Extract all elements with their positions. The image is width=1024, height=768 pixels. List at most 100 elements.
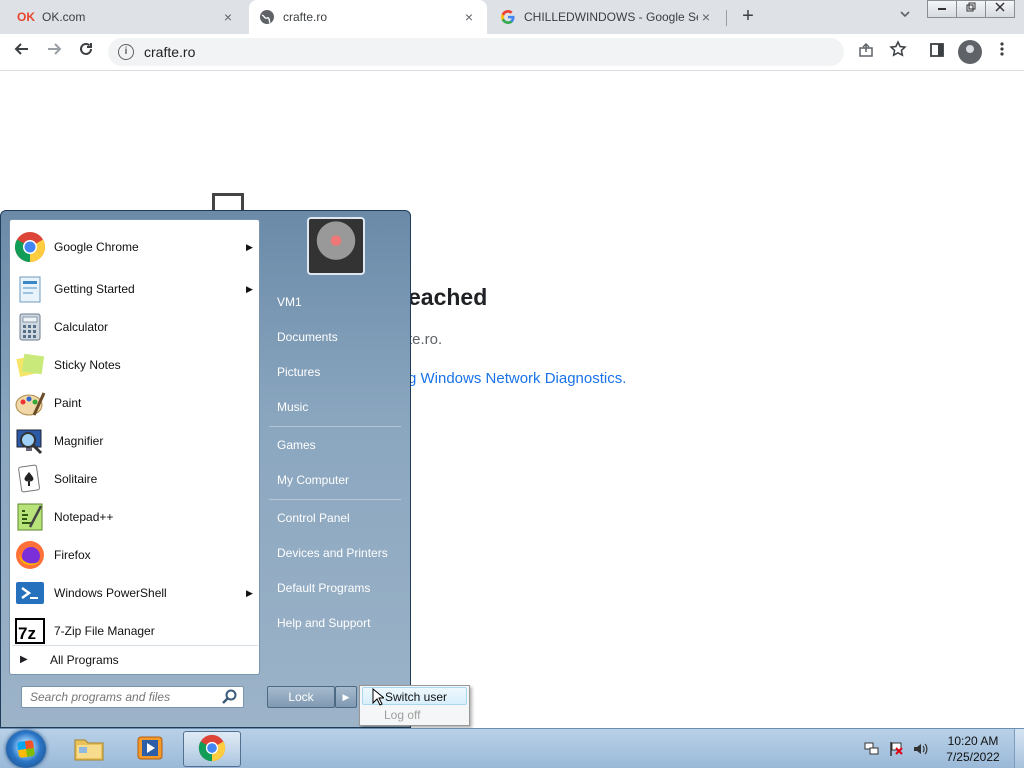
start-orb-windows-icon[interactable]	[6, 730, 46, 768]
minimize-button[interactable]	[927, 0, 957, 18]
info-icon[interactable]: i	[118, 44, 134, 60]
globe-icon	[259, 9, 275, 25]
forward-arrow-icon[interactable]	[42, 40, 66, 64]
program-windows-powershell[interactable]: Windows PowerShell ▶	[12, 575, 258, 611]
tab-ok[interactable]: OK OK.com ×	[8, 0, 246, 34]
taskbar-explorer[interactable]	[60, 731, 118, 767]
tab-crafte[interactable]: crafte.ro ×	[249, 0, 487, 34]
submenu-arrow-icon: ▶	[246, 241, 253, 252]
tab-title: OK.com	[42, 10, 86, 24]
user-avatar[interactable]	[307, 217, 365, 275]
submenu-arrow-icon: ▶	[246, 283, 253, 294]
tab-google-search[interactable]: CHILLEDWINDOWS - Google Se ×	[490, 0, 724, 34]
action-center-flag-icon[interactable]	[888, 741, 904, 757]
start-search-box[interactable]	[21, 686, 244, 708]
start-menu: Google Chrome ▶ Getting Started ▶ Calcul…	[0, 210, 411, 728]
start-link-games[interactable]: Games	[266, 431, 406, 459]
clock-time: 10:20 AM	[947, 734, 999, 748]
tab-title: CHILLEDWINDOWS - Google Se	[524, 10, 698, 24]
restore-button[interactable]	[956, 0, 986, 18]
program-label: Solitaire	[54, 472, 98, 486]
powershell-icon	[14, 577, 46, 609]
close-window-button[interactable]	[985, 0, 1015, 18]
network-diagnostics-link[interactable]: g Windows Network Diagnostics.	[408, 370, 626, 387]
network-icon[interactable]	[864, 741, 880, 757]
program-label: Google Chrome	[54, 240, 139, 254]
firefox-icon	[14, 539, 46, 571]
folder-icon	[73, 734, 105, 765]
new-tab-button[interactable]: +	[736, 4, 760, 28]
start-link-default-programs[interactable]: Default Programs	[266, 574, 406, 602]
start-link-help-and-support[interactable]: Help and Support	[266, 609, 406, 637]
close-icon[interactable]: ×	[698, 9, 714, 25]
tab-title: crafte.ro	[283, 10, 328, 24]
svg-text:7z: 7z	[18, 624, 36, 643]
calculator-icon	[14, 311, 46, 343]
ok-favicon-icon: OK	[17, 10, 35, 24]
media-player-icon	[135, 734, 165, 765]
program-firefox[interactable]: Firefox	[12, 537, 258, 573]
solitaire-icon	[14, 463, 46, 495]
back-arrow-icon[interactable]	[10, 40, 34, 64]
program-solitaire[interactable]: Solitaire	[12, 461, 258, 497]
bookmark-star-icon[interactable]	[886, 40, 910, 64]
side-panel-icon[interactable]	[925, 40, 949, 64]
error-subtitle: te.ro.	[408, 331, 443, 348]
start-menu-programs-pane: Google Chrome ▶ Getting Started ▶ Calcul…	[9, 219, 260, 675]
reload-icon[interactable]	[74, 40, 98, 64]
tab-strip: OK OK.com × crafte.ro × CHILLEDWINDOWS -…	[0, 0, 1024, 34]
close-icon[interactable]: ×	[220, 9, 236, 25]
program-label: Notepad++	[54, 510, 114, 524]
program-label: Calculator	[54, 320, 109, 334]
program-label: Windows PowerShell	[54, 586, 167, 600]
start-link-pictures[interactable]: Pictures	[266, 358, 406, 386]
profile-avatar-icon[interactable]	[958, 40, 982, 64]
program-getting-started[interactable]: Getting Started ▶	[12, 271, 258, 307]
lock-button[interactable]: Lock	[267, 686, 335, 708]
chrome-icon	[198, 734, 226, 765]
google-icon	[500, 9, 516, 25]
program-label: Paint	[54, 396, 82, 410]
triangle-right-icon: ▶	[20, 654, 28, 665]
start-separator	[269, 499, 401, 500]
program-7zip[interactable]: 7z 7-Zip File Manager	[12, 613, 258, 649]
start-link-devices-and-printers[interactable]: Devices and Printers	[266, 539, 406, 567]
search-input[interactable]	[30, 690, 221, 704]
address-bar[interactable]: i crafte.ro	[108, 38, 844, 66]
program-magnifier[interactable]: Magnifier	[12, 423, 258, 459]
program-calculator[interactable]: Calculator	[12, 309, 258, 345]
start-link-vm1[interactable]: VM1	[266, 288, 406, 316]
tab-search-chevron-down-icon[interactable]	[895, 8, 915, 26]
start-link-music[interactable]: Music	[266, 393, 406, 421]
program-google-chrome[interactable]: Google Chrome ▶	[12, 229, 258, 265]
browser-toolbar: i crafte.ro	[0, 34, 1024, 71]
search-icon[interactable]	[221, 688, 239, 706]
magnifier-icon	[14, 425, 46, 457]
program-sticky-notes[interactable]: Sticky Notes	[12, 347, 258, 383]
log-off-menu-item[interactable]: Log off	[362, 706, 467, 724]
program-paint[interactable]: Paint	[12, 385, 258, 421]
all-programs-button[interactable]: ▶ All Programs	[12, 645, 258, 673]
program-notepadpp[interactable]: Notepad++	[12, 499, 258, 535]
paint-icon	[14, 387, 46, 419]
taskbar-chrome[interactable]	[183, 731, 241, 767]
start-link-my-computer[interactable]: My Computer	[266, 466, 406, 494]
sticky-notes-icon	[14, 349, 46, 381]
all-programs-label: All Programs	[50, 652, 119, 667]
volume-icon[interactable]	[912, 741, 928, 757]
error-title: eached	[408, 284, 488, 310]
chrome-icon	[14, 231, 46, 263]
start-link-control-panel[interactable]: Control Panel	[266, 504, 406, 532]
program-label: Getting Started	[54, 282, 135, 296]
taskbar-clock[interactable]: 10:20 AM 7/25/2022	[938, 733, 1008, 765]
start-link-documents[interactable]: Documents	[266, 323, 406, 351]
show-desktop-button[interactable]	[1014, 729, 1024, 768]
share-icon[interactable]	[854, 40, 878, 64]
taskbar-media-player[interactable]	[121, 731, 179, 767]
start-separator	[269, 426, 401, 427]
getting-started-icon	[14, 273, 46, 305]
close-icon[interactable]: ×	[461, 9, 477, 25]
more-menu-icon[interactable]	[990, 40, 1014, 64]
shutdown-options-arrow-icon[interactable]: ▶	[335, 686, 357, 708]
submenu-arrow-icon: ▶	[246, 587, 253, 598]
